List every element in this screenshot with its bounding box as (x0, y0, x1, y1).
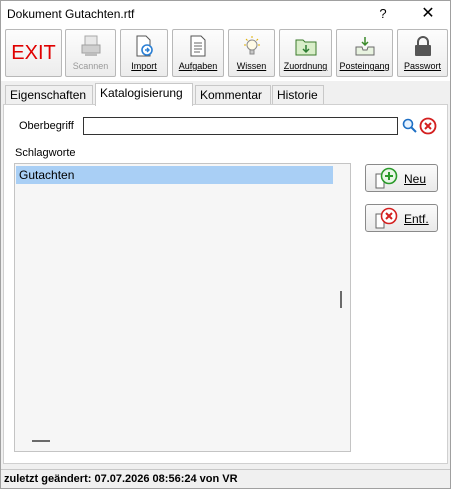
posteingang-label: Posteingang (339, 61, 390, 71)
zuordnung-button[interactable]: Zuordnung (279, 29, 332, 77)
import-label: Import (131, 61, 157, 71)
aufgaben-button[interactable]: Aufgaben (172, 29, 224, 77)
import-button[interactable]: Import (120, 29, 168, 77)
scanner-icon (81, 35, 100, 56)
aufgaben-label: Aufgaben (178, 61, 218, 71)
task-list-icon (190, 35, 206, 57)
lightbulb-icon (243, 36, 260, 55)
oberbegriff-input[interactable] (83, 117, 398, 135)
clear-icon[interactable] (419, 117, 437, 135)
wissen-button[interactable]: Wissen (228, 29, 275, 77)
scannen-label: Scannen (72, 61, 109, 71)
folder-icon (295, 39, 316, 56)
schlagworte-label: Schlagworte (15, 147, 76, 159)
toolbar: EXIT Scannen Import Aufgaben Wissen Zuor… (1, 27, 450, 81)
title-bar: Dokument Gutachten.rtf ? ✕ (1, 1, 450, 27)
tab-historie[interactable]: Historie (272, 85, 324, 105)
posteingang-button[interactable]: Posteingang (336, 29, 393, 77)
lock-icon (414, 36, 431, 56)
tab-bar: Eigenschaften Katalogisierung Kommentar … (1, 83, 450, 106)
entf-label: Entf. (404, 212, 429, 226)
passwort-label: Passwort (403, 61, 441, 71)
wissen-label: Wissen (236, 61, 267, 71)
tab-eigenschaften[interactable]: Eigenschaften (5, 85, 93, 105)
help-button[interactable]: ? (369, 4, 397, 24)
delete-icon (375, 207, 398, 229)
close-button[interactable]: ✕ (411, 4, 445, 24)
horizontal-scrollbar[interactable] (32, 440, 50, 442)
tab-kommentar[interactable]: Kommentar (195, 85, 271, 105)
exit-button[interactable]: EXIT (5, 29, 62, 77)
tab-katalogisierung[interactable]: Katalogisierung (95, 83, 193, 106)
import-icon (136, 35, 153, 57)
list-item[interactable]: Gutachten (16, 166, 333, 184)
schlagworte-list[interactable]: Gutachten (14, 163, 351, 452)
entfernen-button[interactable]: Entf. (365, 204, 438, 232)
search-icon[interactable] (401, 117, 418, 135)
neu-button[interactable]: Neu (365, 164, 438, 192)
zuordnung-label: Zuordnung (283, 61, 328, 71)
scannen-button[interactable]: Scannen (65, 29, 116, 77)
neu-label: Neu (404, 172, 427, 186)
add-icon (375, 167, 398, 189)
vertical-scrollbar[interactable] (340, 291, 342, 308)
status-bar: zuletzt geändert: 07.07.2026 08:56:24 vo… (1, 469, 450, 488)
oberbegriff-label: Oberbegriff (19, 120, 74, 132)
window-title: Dokument Gutachten.rtf (7, 7, 135, 21)
passwort-button[interactable]: Passwort (397, 29, 448, 77)
document-window: Dokument Gutachten.rtf ? ✕ EXIT Scannen … (0, 0, 451, 489)
inbox-icon (355, 37, 374, 56)
